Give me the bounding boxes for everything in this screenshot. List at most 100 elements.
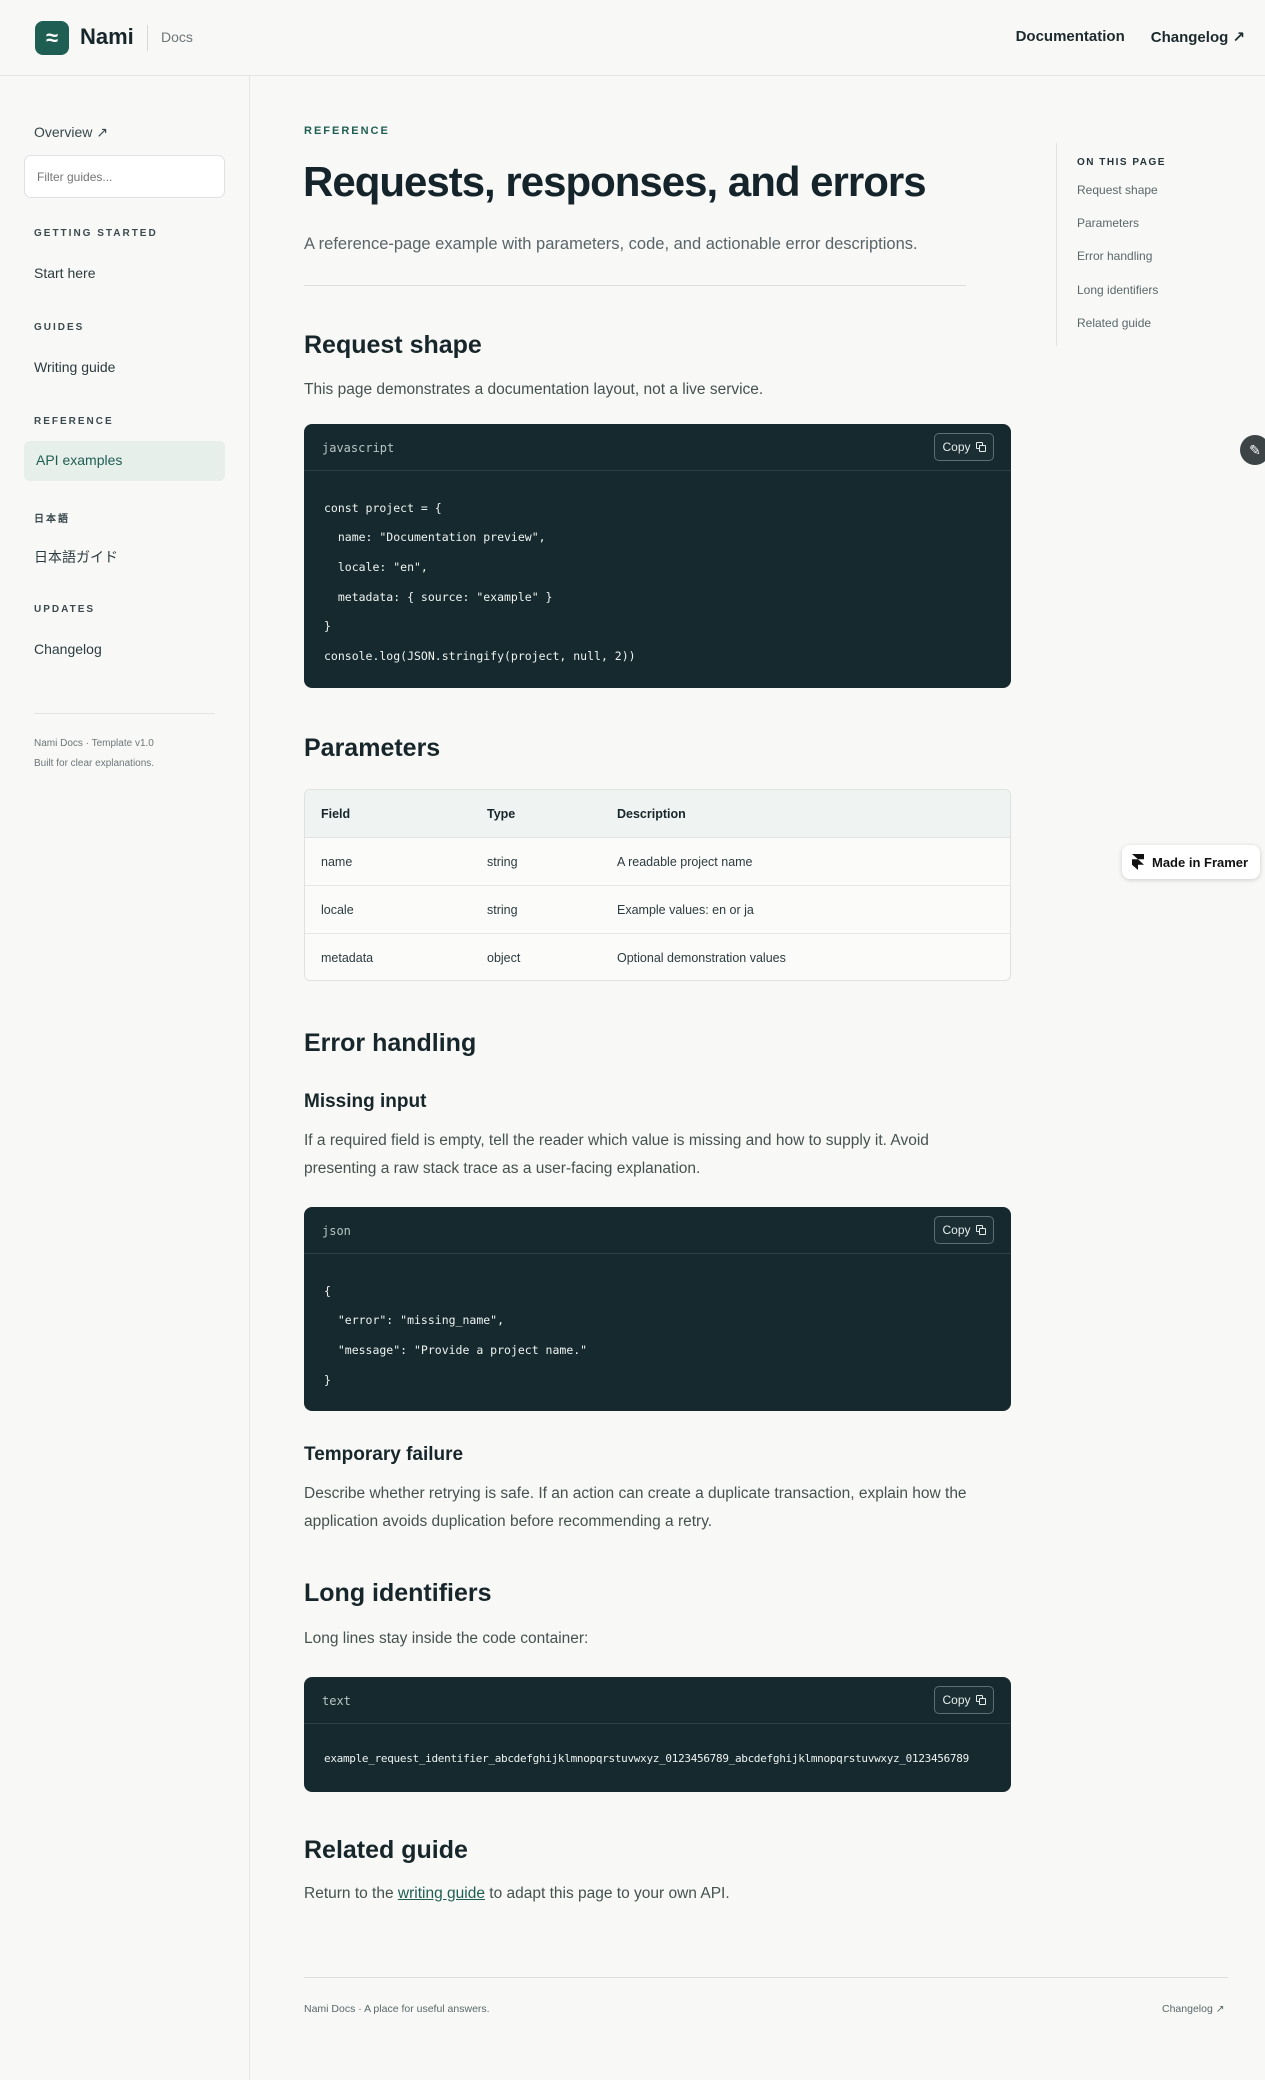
column-header-type: Type	[487, 807, 516, 821]
title-divider	[304, 285, 966, 286]
code-line: }	[324, 1373, 331, 1387]
table-header: Field Type Description	[305, 790, 1010, 838]
toc-item-long-identifiers[interactable]: Long identifiers	[1077, 283, 1158, 297]
long-identifiers-text: Long lines stay inside the code containe…	[304, 1630, 589, 1647]
sidebar-heading-guides: GUIDES	[34, 322, 85, 333]
brand-name[interactable]: Nami	[80, 24, 134, 50]
writing-guide-link[interactable]: writing guide	[398, 1885, 485, 1902]
sidebar-heading-reference: REFERENCE	[34, 416, 114, 427]
related-guide-text: Return to the writing guide to adapt thi…	[304, 1880, 1004, 1908]
framer-badge-label: Made in Framer	[1152, 854, 1249, 870]
request-shape-text: This page demonstrates a documentation l…	[304, 381, 764, 398]
column-header-field: Field	[321, 807, 351, 821]
code-line: metadata: { source: "example" }	[324, 590, 553, 604]
toc-item-error-handling[interactable]: Error handling	[1077, 249, 1152, 263]
sidebar-footer-version: Nami Docs · Template v1.0	[34, 738, 154, 749]
missing-input-text: If a required field is empty, tell the r…	[304, 1132, 929, 1177]
sidebar-divider	[34, 713, 215, 714]
sidebar-item-label: API examples	[36, 452, 123, 468]
code-language: javascript	[322, 441, 395, 455]
framer-logo-icon	[1132, 854, 1144, 870]
code-header: json Copy	[304, 1207, 1011, 1254]
footer-divider	[304, 1977, 1228, 1978]
table-row: metadata object Optional demonstration v…	[305, 934, 1010, 980]
brand-subtitle: Docs	[161, 29, 193, 45]
top-nav: Documentation Changelog ↗	[1016, 28, 1245, 46]
code-block-json: json Copy { "error": "missing_name", "me…	[304, 1207, 1011, 1411]
section-eyebrow: REFERENCE	[304, 125, 390, 137]
column-header-description: Description	[617, 807, 686, 821]
code-line: }	[324, 619, 331, 633]
toc-heading: ON THIS PAGE	[1077, 157, 1166, 168]
temporary-failure-text: Describe whether retrying is safe. If an…	[304, 1485, 967, 1530]
copy-button[interactable]: Copy	[934, 433, 994, 461]
cell-type: object	[487, 951, 521, 965]
sidebar-heading-japanese: 日本語	[34, 514, 70, 525]
nav-documentation-link[interactable]: Documentation	[1016, 28, 1125, 46]
sidebar-overview-link[interactable]: Overview ↗	[34, 124, 108, 141]
nav-changelog-link[interactable]: Changelog ↗	[1151, 28, 1245, 46]
sidebar-item-japanese-guide[interactable]: 日本語ガイド	[34, 547, 118, 567]
related-guide-text-after: to adapt this page to your own API.	[484, 1885, 730, 1902]
related-guide-text-before: Return to the	[304, 1885, 398, 1902]
code-line: {	[324, 1284, 331, 1298]
cell-field: metadata	[321, 951, 374, 965]
code-line: const project = {	[324, 501, 442, 515]
sidebar-item-start-here[interactable]: Start here	[34, 265, 95, 281]
sidebar-footer-tagline: Built for clear explanations.	[34, 758, 155, 769]
code-line: console.log(JSON.stringify(project, null…	[324, 649, 636, 663]
code-line: "error": "missing_name",	[324, 1313, 505, 1327]
toc-border	[1056, 143, 1057, 346]
toc-item-parameters[interactable]: Parameters	[1077, 216, 1139, 230]
sidebar: Overview ↗ GETTING STARTED Start here GU…	[0, 76, 250, 2080]
brand-divider	[147, 25, 148, 51]
sidebar-item-changelog[interactable]: Changelog	[34, 641, 102, 657]
cell-field: name	[321, 855, 353, 869]
copy-icon	[975, 1225, 986, 1235]
cell-field: locale	[321, 903, 354, 917]
page-lead: A reference-page example with parameters…	[304, 235, 918, 253]
waves-icon[interactable]: ≈	[35, 21, 69, 55]
heading-long-identifiers: Long identifiers	[304, 1579, 492, 1607]
toc-item-related-guide[interactable]: Related guide	[1077, 316, 1151, 330]
table-row: name string A readable project name	[305, 838, 1010, 886]
cell-description: A readable project name	[617, 855, 753, 869]
sidebar-item-api-examples[interactable]: API examples	[24, 441, 225, 481]
top-header: ≈ Nami Docs Documentation Changelog ↗	[0, 0, 1265, 76]
code-line: locale: "en",	[324, 560, 428, 574]
copy-button-label: Copy	[942, 440, 971, 454]
footer-changelog-link[interactable]: Changelog ↗	[1162, 2003, 1225, 2015]
heading-parameters: Parameters	[304, 734, 441, 762]
parameters-table: Field Type Description name string A rea…	[304, 789, 1011, 981]
copy-button[interactable]: Copy	[934, 1216, 994, 1244]
cell-description: Example values: en or ja	[617, 903, 754, 917]
cell-type: string	[487, 903, 518, 917]
code-header: text Copy	[304, 1677, 1011, 1724]
copy-button-label: Copy	[942, 1693, 971, 1707]
code-line: "message": "Provide a project name."	[324, 1343, 588, 1357]
heading-temporary-failure: Temporary failure	[304, 1444, 464, 1465]
heading-request-shape: Request shape	[304, 331, 482, 359]
heading-missing-input: Missing input	[304, 1091, 427, 1112]
copy-icon	[975, 442, 986, 452]
code-language: text	[322, 1694, 351, 1708]
page-title: Requests, responses, and errors	[303, 158, 927, 205]
cell-type: string	[487, 855, 518, 869]
heading-related-guide: Related guide	[304, 1836, 468, 1864]
copy-button[interactable]: Copy	[934, 1686, 994, 1714]
sidebar-item-writing-guide[interactable]: Writing guide	[34, 359, 115, 375]
heading-error-handling: Error handling	[304, 1029, 477, 1057]
code-header: javascript Copy	[304, 424, 1011, 471]
sidebar-heading-getting-started: GETTING STARTED	[34, 228, 158, 239]
code-block-text: text Copy example_request_identifier_abc…	[304, 1677, 1011, 1792]
copy-button-label: Copy	[942, 1223, 971, 1237]
code-language: json	[322, 1224, 351, 1238]
pencil-icon[interactable]: ✎	[1240, 435, 1265, 465]
cell-description: Optional demonstration values	[617, 951, 786, 965]
filter-guides-input[interactable]	[24, 155, 225, 198]
sidebar-heading-updates: UPDATES	[34, 604, 96, 615]
copy-icon	[975, 1695, 986, 1705]
code-block-javascript: javascript Copy const project = { name: …	[304, 424, 1011, 688]
toc-item-request-shape[interactable]: Request shape	[1077, 183, 1158, 197]
made-in-framer-badge[interactable]: Made in Framer	[1122, 845, 1260, 879]
